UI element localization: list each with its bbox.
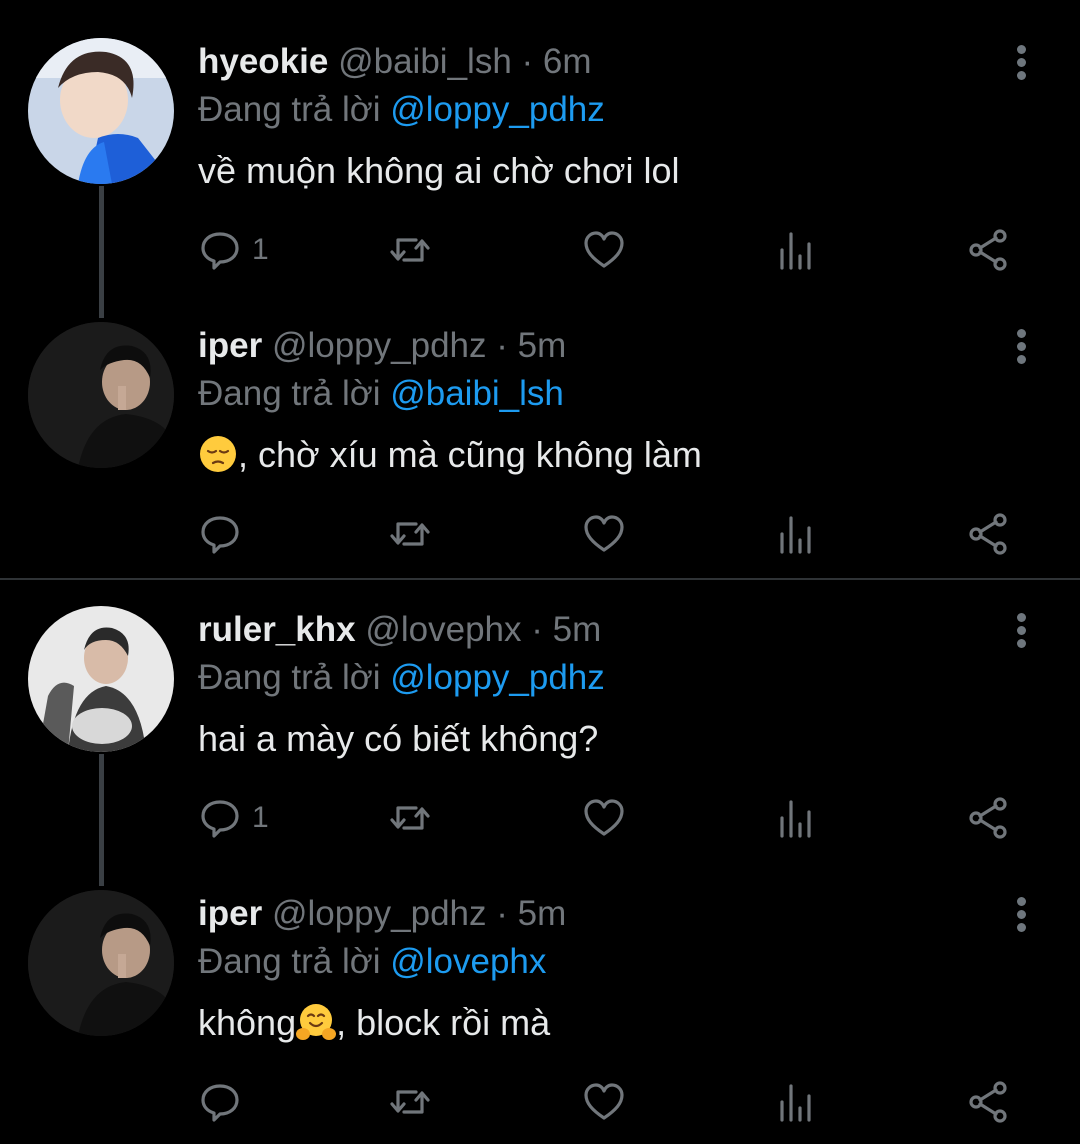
heart-icon [584, 231, 624, 268]
timestamp[interactable]: 6m [543, 42, 592, 81]
like-button[interactable] [582, 1080, 626, 1124]
action-bar: 1 [198, 796, 1028, 840]
tweet-text: không , block rồi mà [198, 1001, 550, 1045]
tweet-text-main: không [198, 1002, 297, 1043]
tweet-text-main: , chờ xíu mà cũng không làm [238, 434, 702, 475]
analytics-icon [780, 516, 811, 554]
reply-icon [201, 516, 239, 554]
like-button[interactable] [582, 228, 626, 272]
reply-button[interactable]: 1 [198, 796, 269, 840]
display-name[interactable]: iper [198, 894, 262, 933]
reply-icon [201, 1084, 239, 1122]
like-button[interactable] [582, 512, 626, 556]
display-name[interactable]: hyeokie [198, 42, 328, 81]
tweet[interactable]: iper @loppy_pdhz · 5m Đang trả lời @love… [0, 852, 1080, 1136]
timestamp[interactable]: 5m [553, 610, 602, 649]
pensive-emoji-icon [200, 436, 236, 472]
mention-link[interactable]: @loppy_pdhz [390, 658, 605, 697]
more-options-icon[interactable] [1006, 326, 1036, 366]
heart-icon [584, 515, 624, 552]
more-options-icon[interactable] [1006, 894, 1036, 934]
views-button[interactable] [774, 1080, 818, 1124]
retweet-button[interactable] [388, 228, 432, 272]
retweet-button[interactable] [388, 512, 432, 556]
replying-to-line: Đang trả lời @lovephx [198, 940, 546, 984]
user-handle[interactable]: @loppy_pdhz [272, 894, 487, 933]
share-button[interactable] [966, 228, 1010, 272]
retweet-button[interactable] [388, 796, 432, 840]
like-button[interactable] [582, 796, 626, 840]
reply-icon [201, 800, 239, 838]
heart-icon [584, 1083, 624, 1120]
separator-dot: · [496, 894, 508, 933]
retweet-button[interactable] [388, 1080, 432, 1124]
retweet-icon [390, 522, 430, 546]
more-options-icon[interactable] [1006, 610, 1036, 650]
share-icon [969, 229, 1007, 271]
heart-icon [584, 799, 624, 836]
tweet[interactable]: ruler_khx @lovephx · 5m Đang trả lời @lo… [0, 568, 1080, 852]
share-icon [969, 797, 1007, 839]
tweet[interactable]: hyeokie @baibi_lsh · 6m Đang trả lời @lo… [0, 0, 1080, 284]
share-button[interactable] [966, 512, 1010, 556]
share-button[interactable] [966, 1080, 1010, 1124]
share-icon [969, 1081, 1007, 1123]
action-bar [198, 1080, 1028, 1124]
retweet-icon [390, 238, 430, 262]
user-handle[interactable]: @baibi_lsh [338, 42, 512, 81]
action-bar [198, 512, 1028, 556]
analytics-icon [780, 232, 811, 270]
reply-button[interactable] [198, 1080, 252, 1124]
action-bar: 1 [198, 228, 1028, 272]
tweet-text-suffix: , block rồi mà [336, 1002, 551, 1043]
tweet-text: , chờ xíu mà cũng không làm [198, 433, 702, 477]
replying-label: Đang trả lời [198, 374, 391, 413]
reply-count: 1 [252, 233, 269, 266]
replying-to-line: Đang trả lời @baibi_lsh [198, 372, 564, 416]
avatar[interactable] [28, 606, 174, 752]
more-options-icon[interactable] [1006, 42, 1036, 82]
replying-to-line: Đang trả lời @loppy_pdhz [198, 656, 605, 700]
tweet-text-main: hai a mày có biết không? [198, 718, 599, 759]
reply-icon [201, 232, 239, 270]
separator-dot: · [531, 610, 543, 649]
tweet-text-main: về muộn không ai chờ chơi lol [198, 150, 680, 191]
user-handle[interactable]: @lovephx [365, 610, 521, 649]
display-name[interactable]: iper [198, 326, 262, 365]
timestamp[interactable]: 5m [518, 326, 567, 365]
avatar[interactable] [28, 38, 174, 184]
mention-link[interactable]: @baibi_lsh [390, 374, 564, 413]
user-handle[interactable]: @loppy_pdhz [272, 326, 487, 365]
views-button[interactable] [774, 512, 818, 556]
replying-label: Đang trả lời [198, 90, 391, 129]
reply-button[interactable]: 1 [198, 228, 269, 272]
reply-button[interactable] [198, 512, 252, 556]
share-icon [969, 513, 1007, 555]
tweet-text: về muộn không ai chờ chơi lol [198, 149, 679, 193]
replying-label: Đang trả lời [198, 942, 391, 981]
mention-link[interactable]: @lovephx [390, 942, 546, 981]
display-name[interactable]: ruler_khx [198, 610, 356, 649]
tweet[interactable]: iper @loppy_pdhz · 5m Đang trả lời @baib… [0, 284, 1080, 568]
replying-to-line: Đang trả lời @loppy_pdhz [198, 88, 605, 132]
avatar[interactable] [28, 890, 174, 1036]
separator-dot: · [521, 42, 534, 81]
mention-link[interactable]: @loppy_pdhz [390, 90, 605, 129]
replying-label: Đang trả lời [198, 658, 391, 697]
avatar[interactable] [28, 322, 174, 468]
reply-count: 1 [252, 801, 269, 834]
timestamp[interactable]: 5m [518, 894, 567, 933]
share-button[interactable] [966, 796, 1010, 840]
tweet-text: hai a mày có biết không? [198, 717, 598, 761]
analytics-icon [780, 800, 811, 838]
analytics-icon [780, 1084, 811, 1122]
hugging-emoji-icon [296, 1004, 337, 1040]
retweet-icon [390, 1090, 430, 1114]
separator-dot: · [496, 326, 508, 365]
views-button[interactable] [774, 228, 818, 272]
retweet-icon [390, 806, 430, 830]
views-button[interactable] [774, 796, 818, 840]
